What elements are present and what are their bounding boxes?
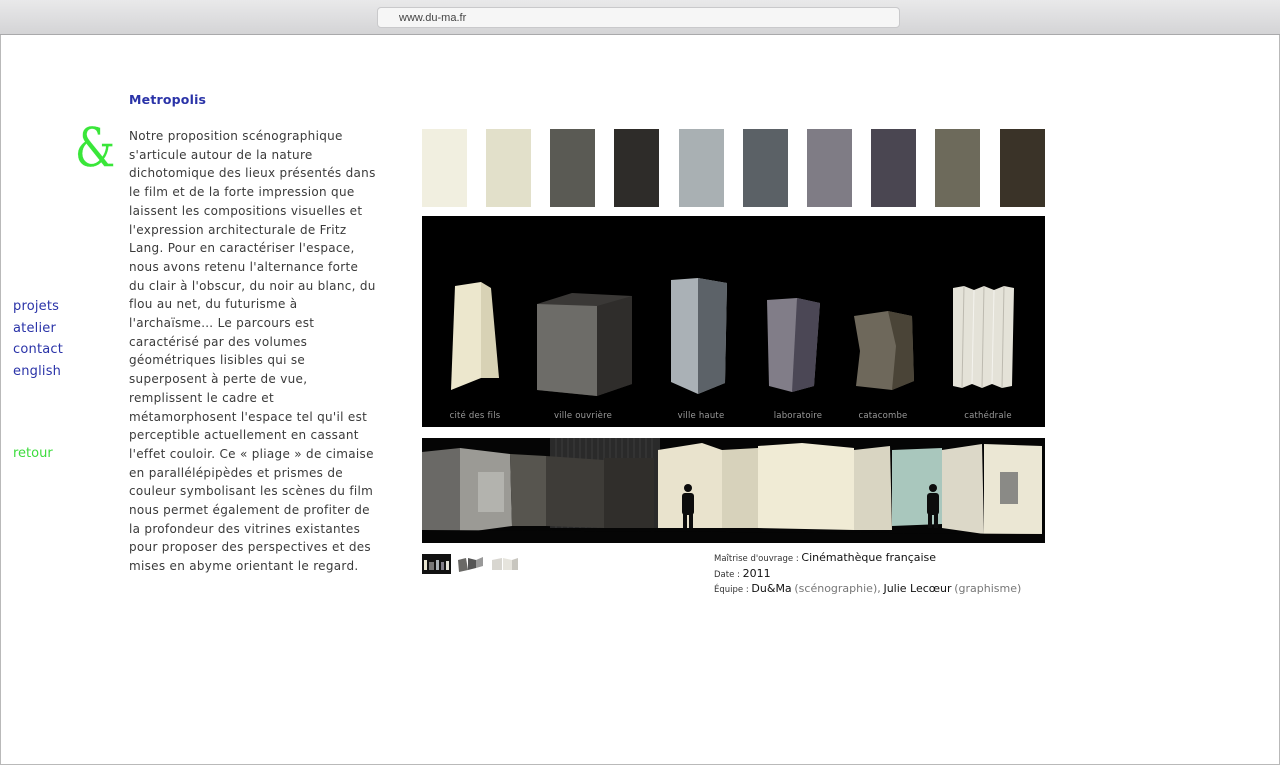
credit-date-value: 2011 — [742, 566, 771, 580]
volume-label: cathédrale — [964, 411, 1012, 421]
nav-item-projets[interactable]: projets — [13, 296, 63, 318]
project-credits: Maîtrise d'ouvrage : Cinémathèque frança… — [714, 551, 1021, 598]
credit-team-label: Équipe : — [714, 585, 749, 595]
main-nav: projets atelier contact english — [13, 296, 63, 382]
volume-label: laboratoire — [773, 411, 823, 421]
color-swatch — [743, 129, 788, 207]
thumbnail[interactable] — [456, 554, 485, 574]
volume-label: ville haute — [677, 411, 725, 421]
nav-item-contact[interactable]: contact — [13, 339, 63, 361]
credit-team-member-2: Julie Lecœur — [883, 582, 952, 595]
color-swatch — [614, 129, 659, 207]
volume-label: catacombe — [858, 411, 908, 421]
rendering-drawing — [422, 438, 1045, 543]
nav-item-english[interactable]: english — [13, 361, 63, 383]
credit-team-role-1: (scénographie), — [794, 582, 881, 595]
exhibition-rendering[interactable] — [422, 438, 1045, 543]
ampersand-logo[interactable]: & — [71, 116, 119, 179]
credit-date-label: Date : — [714, 569, 740, 580]
credit-client-value: Cinémathèque française — [801, 551, 937, 564]
page-content: & projets atelier contact english retour… — [0, 35, 1280, 765]
color-swatch — [871, 129, 916, 207]
thumbnail[interactable] — [490, 554, 519, 574]
credit-team-member-1: Du&Ma — [751, 582, 792, 595]
thumbnail-image — [490, 554, 519, 574]
color-swatch — [807, 129, 852, 207]
logo-glyph: & — [74, 116, 116, 179]
thumbnail-image — [422, 554, 451, 574]
credit-client-label: Maîtrise d'ouvrage : — [714, 554, 799, 564]
back-link[interactable]: retour — [13, 446, 53, 461]
project-description: Notre proposition scénographique s'artic… — [129, 129, 376, 574]
nav-item-atelier[interactable]: atelier — [13, 318, 63, 340]
color-swatch — [1000, 129, 1045, 207]
color-swatch — [550, 129, 595, 207]
volumes-illustration[interactable]: cité des fils ville ouvrière ville haute… — [422, 216, 1045, 427]
color-swatch — [422, 129, 467, 207]
volume-label: cité des fils — [449, 411, 501, 421]
credit-team: Équipe : Du&Ma (scénographie), Julie Lec… — [714, 582, 1021, 598]
thumbnail[interactable] — [422, 554, 451, 574]
volume-label: ville ouvrière — [553, 411, 613, 421]
browser-toolbar: www.du-ma.fr — [0, 0, 1280, 35]
address-bar[interactable]: www.du-ma.fr — [377, 7, 900, 28]
color-swatch — [486, 129, 531, 207]
color-swatch — [679, 129, 724, 207]
color-swatch — [935, 129, 980, 207]
project-title: Metropolis — [129, 92, 207, 107]
thumbnail-image — [456, 554, 485, 574]
credit-date: Date : 2011 — [714, 567, 1021, 583]
credit-team-role-2: (graphisme) — [954, 582, 1022, 595]
color-palette — [422, 129, 1045, 207]
volumes-drawing — [451, 278, 1014, 396]
credit-client: Maîtrise d'ouvrage : Cinémathèque frança… — [714, 551, 1021, 567]
